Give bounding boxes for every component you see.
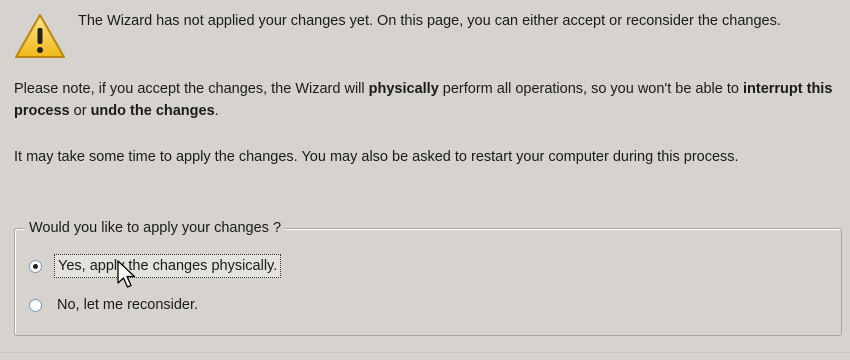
note-text-3: or <box>69 103 91 119</box>
bottom-divider <box>0 352 850 353</box>
reconsider-radio-button[interactable] <box>29 298 42 312</box>
apply-changes-option[interactable]: Yes, apply the changes physically. <box>29 254 282 278</box>
warning-icon <box>14 12 66 60</box>
note-bold-undo: undo the changes <box>90 103 215 119</box>
reconsider-option-label[interactable]: No, let me reconsider. <box>54 294 201 316</box>
mouse-pointer-icon <box>117 260 139 290</box>
note-text-4: . <box>214 103 219 119</box>
note-bold-physically: physically <box>368 81 439 97</box>
physical-operations-note: Please note, if you accept the changes, … <box>14 78 842 122</box>
reconsider-option[interactable]: No, let me reconsider. <box>29 293 201 317</box>
apply-changes-group-title: Would you like to apply your changes ? <box>25 218 286 238</box>
warning-message: The Wizard has not applied your changes … <box>78 13 781 29</box>
note-text-2: perform all operations, so you won't be … <box>438 81 743 97</box>
warning-block: The Wizard has not applied your changes … <box>10 8 840 62</box>
apply-option-label[interactable]: Yes, apply the changes physically. <box>54 254 282 278</box>
restart-info: It may take some time to apply the chang… <box>14 149 739 165</box>
apply-radio-button[interactable] <box>29 259 42 273</box>
note-text-1: Please note, if you accept the changes, … <box>14 81 369 97</box>
